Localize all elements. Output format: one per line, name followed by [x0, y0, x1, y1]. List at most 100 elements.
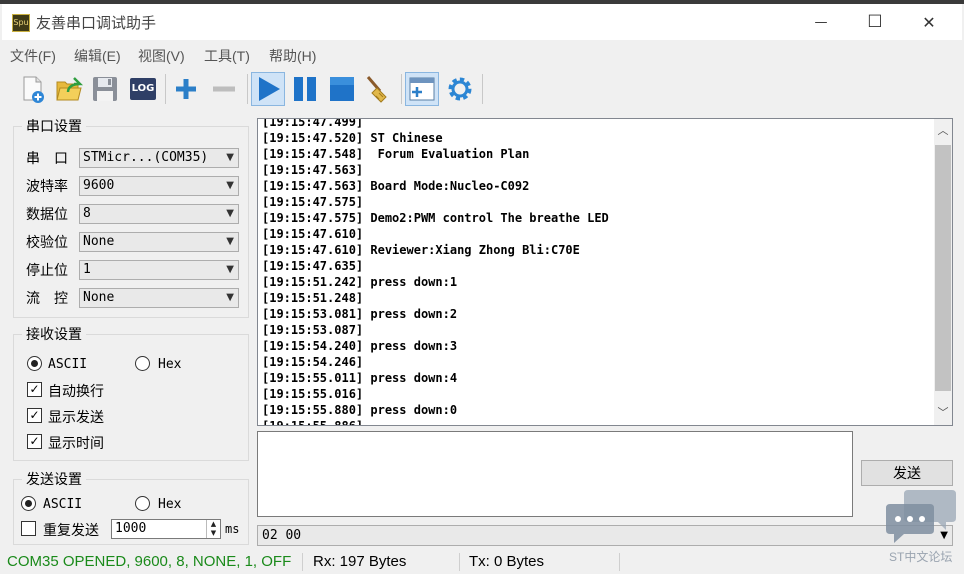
stop-bits-select[interactable]: 1 ▼: [79, 260, 239, 280]
send-history-combo[interactable]: 02 00 ▼: [257, 525, 953, 546]
toolbar-separator: [247, 74, 248, 104]
serial-settings-title: 串口设置: [22, 116, 86, 136]
stop-button[interactable]: [325, 72, 359, 106]
toolbar: LOG: [2, 68, 962, 110]
data-bits-label: 数据位: [26, 206, 68, 222]
maximize-icon: ☐: [867, 12, 883, 32]
baud-rate-select[interactable]: 9600 ▼: [79, 176, 239, 196]
clear-button[interactable]: [362, 72, 396, 106]
repeat-interval-input[interactable]: 1000 ▲ ▼: [111, 519, 221, 539]
status-divider: [459, 553, 460, 571]
receive-hex-radio[interactable]: [135, 356, 150, 371]
new-window-button[interactable]: [405, 72, 439, 106]
watermark-text: ST中文论坛: [889, 550, 953, 564]
show-time-checkbox[interactable]: ✓: [27, 434, 42, 449]
send-settings-title: 发送设置: [22, 469, 86, 489]
tx-count: Tx: 0 Bytes: [469, 553, 545, 570]
status-divider: [619, 553, 620, 571]
remove-button[interactable]: [207, 72, 241, 106]
flow-control-select[interactable]: None ▼: [79, 288, 239, 308]
log-line: [19:15:55.880] press down:0: [262, 403, 458, 417]
add-icon: [176, 79, 196, 99]
settings-button[interactable]: [443, 72, 477, 106]
data-bits-select[interactable]: 8 ▼: [79, 204, 239, 224]
auto-wrap-checkbox[interactable]: ✓: [27, 382, 42, 397]
send-ascii-radio[interactable]: [21, 496, 36, 511]
menu-help[interactable]: 帮助(H): [269, 46, 316, 66]
parity-select[interactable]: None ▼: [79, 232, 239, 252]
send-textarea[interactable]: [257, 431, 853, 517]
port-select[interactable]: STMicr...(COM35) ▼: [79, 148, 239, 168]
log-line: [19:15:47.575] Demo2:PWM control The bre…: [262, 211, 609, 225]
minimize-button[interactable]: —: [794, 4, 848, 40]
minimize-icon: —: [814, 14, 828, 30]
remove-icon: [213, 86, 235, 92]
stop-bits-label: 停止位: [26, 262, 68, 278]
parity-value: None: [83, 234, 115, 249]
scrollbar-thumb[interactable]: [935, 145, 951, 391]
log-line: [19:15:47.635]: [262, 259, 364, 273]
maximize-button[interactable]: ☐: [848, 4, 902, 40]
scroll-up-icon[interactable]: ︿: [934, 121, 952, 141]
toolbar-separator: [165, 74, 166, 104]
send-hex-label: Hex: [158, 497, 182, 512]
log-line: [19:15:47.563]: [262, 163, 364, 177]
receive-settings-title: 接收设置: [22, 324, 86, 344]
save-icon: [93, 77, 117, 101]
show-send-checkbox[interactable]: ✓: [27, 408, 42, 423]
forum-chat-icon: [886, 490, 956, 543]
baud-rate-value: 9600: [83, 178, 115, 193]
menu-edit[interactable]: 编辑(E): [74, 46, 121, 66]
menu-view[interactable]: 视图(V): [138, 46, 185, 66]
add-button[interactable]: [169, 72, 203, 106]
send-hex-radio[interactable]: [135, 496, 150, 511]
receive-display[interactable]: [19:15:47.499] [19:15:47.520] ST Chinese […: [257, 118, 953, 426]
start-button[interactable]: [251, 72, 285, 106]
send-settings-group: 发送设置 ASCII Hex 重复发送 1000 ▲ ▼ ms: [13, 469, 249, 545]
menu-tools[interactable]: 工具(T): [204, 46, 250, 66]
auto-wrap-label: 自动换行: [48, 383, 104, 399]
spin-buttons[interactable]: ▲ ▼: [206, 520, 220, 538]
flow-control-value: None: [83, 290, 115, 305]
settings-gear-icon: [448, 77, 472, 101]
pause-button[interactable]: [288, 72, 322, 106]
scroll-down-icon[interactable]: ﹀: [934, 403, 952, 423]
show-send-label: 显示发送: [48, 409, 104, 425]
save-button[interactable]: [88, 72, 122, 106]
log-icon: LOG: [130, 78, 156, 100]
data-bits-value: 8: [83, 206, 91, 221]
log-line: [19:15:54.240] press down:3: [262, 339, 458, 353]
log-button[interactable]: LOG: [126, 72, 160, 106]
close-button[interactable]: ✕: [902, 4, 956, 40]
log-line: [19:15:55.886]: [262, 419, 364, 426]
new-file-button[interactable]: [16, 72, 50, 106]
toolbar-separator: [401, 74, 402, 104]
log-line: [19:15:55.016]: [262, 387, 364, 401]
log-line: [19:15:47.548] Forum Evaluation Plan: [262, 147, 530, 161]
repeat-interval-value: 1000: [115, 521, 147, 536]
title-bar[interactable]: Spu 友善串口调试助手 — ☐ ✕: [2, 4, 962, 40]
repeat-send-checkbox[interactable]: [21, 521, 36, 536]
window-title: 友善串口调试助手: [36, 15, 157, 32]
port-status: COM35 OPENED, 9600, 8, NONE, 1, OFF: [7, 553, 292, 570]
pause-icon: [294, 77, 316, 101]
repeat-send-label: 重复发送: [43, 522, 99, 538]
send-button[interactable]: 发送: [861, 460, 953, 486]
serial-settings-group: 串口设置 串 口 STMicr...(COM35) ▼ 波特率 9600 ▼ 数据位…: [13, 116, 249, 318]
log-line: [19:15:53.081] press down:2: [262, 307, 458, 321]
open-folder-button[interactable]: [52, 72, 86, 106]
log-line: [19:15:51.248]: [262, 291, 364, 305]
log-line: [19:15:53.087]: [262, 323, 364, 337]
menu-file[interactable]: 文件(F): [10, 46, 56, 66]
receive-ascii-radio[interactable]: [27, 356, 42, 371]
open-folder-icon: [56, 77, 84, 101]
log-line: [19:15:47.520] ST Chinese: [262, 131, 443, 145]
chevron-down-icon: ▼: [226, 208, 234, 219]
new-window-icon: [409, 77, 435, 101]
show-time-label: 显示时间: [48, 435, 104, 451]
app-icon: Spu: [12, 14, 30, 32]
chevron-down-icon: ▼: [226, 292, 234, 303]
vertical-scrollbar[interactable]: ︿ ﹀: [934, 119, 952, 425]
log-line: [19:15:47.610] Reviewer:Xiang Zhong Bli:…: [262, 243, 580, 257]
close-icon: ✕: [922, 12, 936, 32]
